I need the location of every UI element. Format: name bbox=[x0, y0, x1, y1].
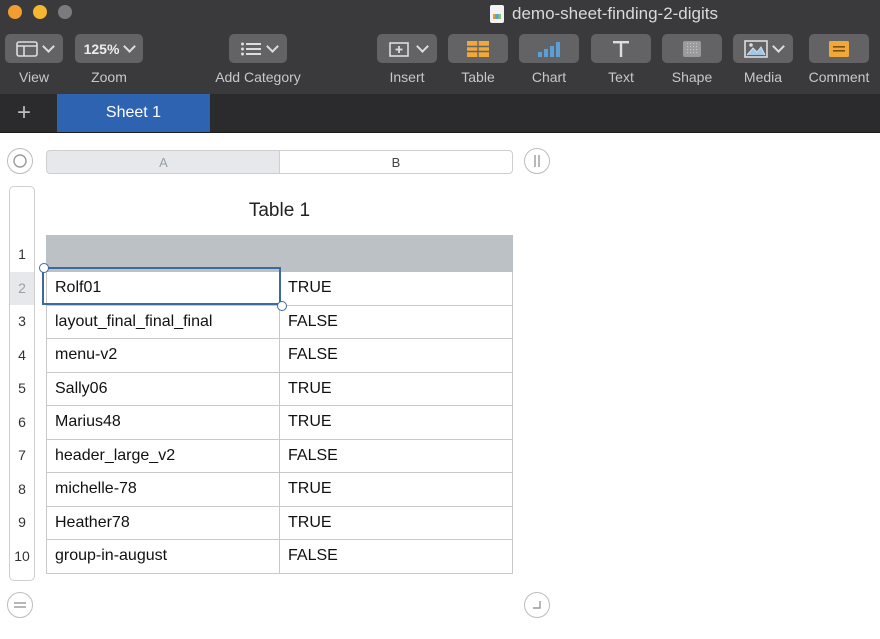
table-row: Marius48 TRUE bbox=[46, 405, 513, 440]
window-title: demo-sheet-finding-2-digits bbox=[490, 3, 718, 25]
chevron-down-icon bbox=[41, 40, 55, 53]
select-table-handle[interactable] bbox=[7, 148, 33, 174]
cell-a4[interactable]: menu-v2 bbox=[46, 338, 280, 373]
row-resize-icon bbox=[14, 602, 26, 608]
cell-a6[interactable]: Marius48 bbox=[46, 405, 280, 440]
data-table: Rolf01 TRUE layout_final_final_final FALSE m… bbox=[46, 235, 513, 574]
table-row: Rolf01 TRUE bbox=[46, 271, 513, 306]
table-button[interactable] bbox=[448, 34, 508, 63]
plus-icon: + bbox=[16, 99, 31, 126]
column-resize-icon bbox=[534, 155, 540, 167]
close-window-button[interactable] bbox=[8, 5, 22, 19]
cell-b8[interactable]: TRUE bbox=[279, 472, 513, 507]
list-icon bbox=[240, 42, 261, 55]
shape-label: Shape bbox=[671, 69, 713, 85]
cell-b10[interactable]: FALSE bbox=[279, 539, 513, 574]
add-category-label: Add Category bbox=[215, 69, 301, 85]
cell-b7[interactable]: FALSE bbox=[279, 438, 513, 473]
text-button[interactable] bbox=[591, 34, 651, 63]
cell-b5[interactable]: TRUE bbox=[279, 371, 513, 406]
row-number[interactable]: 4 bbox=[10, 339, 34, 373]
row-number[interactable]: 3 bbox=[10, 305, 34, 339]
table-row: Sally06 TRUE bbox=[46, 371, 513, 406]
zoom-window-button[interactable] bbox=[58, 5, 72, 19]
numbers-document-icon bbox=[490, 5, 504, 23]
cell-a2[interactable]: Rolf01 bbox=[46, 271, 280, 306]
comment-label: Comment bbox=[808, 69, 870, 85]
chevron-down-icon bbox=[771, 40, 785, 53]
zoom-label: Zoom bbox=[91, 69, 127, 85]
table-row: michelle-78 TRUE bbox=[46, 472, 513, 507]
zoom-button[interactable]: 125% bbox=[75, 34, 143, 63]
view-button[interactable] bbox=[5, 34, 63, 63]
row-number[interactable]: 1 bbox=[10, 236, 34, 272]
row-number[interactable]: 5 bbox=[10, 372, 34, 406]
cell-a5[interactable]: Sally06 bbox=[46, 371, 280, 406]
row-number[interactable]: 2 bbox=[10, 271, 34, 305]
row-number[interactable]: 7 bbox=[10, 439, 34, 473]
selection-handle-top-left[interactable] bbox=[39, 263, 49, 273]
cell-b2[interactable]: TRUE bbox=[279, 271, 513, 306]
cell-a9[interactable]: Heather78 bbox=[46, 505, 280, 540]
cell-b3[interactable]: FALSE bbox=[279, 304, 513, 339]
text-label: Text bbox=[608, 69, 634, 85]
selection-handle-bottom-right[interactable] bbox=[277, 301, 287, 311]
cell-a7[interactable]: header_large_v2 bbox=[46, 438, 280, 473]
circle-icon bbox=[13, 154, 27, 168]
cell-b1[interactable] bbox=[279, 235, 513, 272]
media-icon bbox=[743, 39, 768, 58]
media-label: Media bbox=[743, 69, 783, 85]
cell-b9[interactable]: TRUE bbox=[279, 505, 513, 540]
table-row: menu-v2 FALSE bbox=[46, 338, 513, 373]
sidebar-view-icon bbox=[15, 40, 38, 57]
cell-b4[interactable]: FALSE bbox=[279, 338, 513, 373]
sheet-tab-bar: + Sheet 1 bbox=[0, 94, 880, 133]
cell-a8[interactable]: michelle-78 bbox=[46, 472, 280, 507]
column-header-a[interactable]: A bbox=[46, 150, 280, 174]
resize-table-handle[interactable] bbox=[524, 592, 550, 618]
insert-icon bbox=[388, 41, 409, 57]
column-header-b[interactable]: B bbox=[279, 150, 513, 174]
view-label: View bbox=[18, 69, 50, 85]
insert-button[interactable] bbox=[377, 34, 437, 63]
chevron-down-icon bbox=[265, 40, 279, 53]
table-row: Heather78 TRUE bbox=[46, 505, 513, 540]
text-icon bbox=[613, 40, 629, 57]
chart-icon bbox=[538, 41, 560, 57]
table-row: header_large_v2 FALSE bbox=[46, 438, 513, 473]
add-column-handle[interactable] bbox=[524, 148, 550, 174]
table-label: Table bbox=[461, 69, 495, 85]
cell-b6[interactable]: TRUE bbox=[279, 405, 513, 440]
table-title[interactable]: Table 1 bbox=[46, 200, 513, 222]
table-row: group-in-august FALSE bbox=[46, 539, 513, 574]
add-sheet-button[interactable]: + bbox=[10, 100, 38, 128]
header-row bbox=[46, 235, 513, 272]
table-icon bbox=[467, 40, 489, 57]
chart-button[interactable] bbox=[519, 34, 579, 63]
row-number[interactable]: 10 bbox=[10, 540, 34, 574]
add-row-handle[interactable] bbox=[7, 592, 33, 618]
insert-label: Insert bbox=[389, 69, 425, 85]
comment-icon bbox=[829, 40, 849, 57]
media-button[interactable] bbox=[733, 34, 793, 63]
zoom-value: 125% bbox=[83, 40, 120, 57]
cell-a10[interactable]: group-in-august bbox=[46, 539, 280, 574]
comment-button[interactable] bbox=[809, 34, 869, 63]
window-title-text: demo-sheet-finding-2-digits bbox=[512, 4, 718, 23]
chevron-down-icon bbox=[415, 40, 429, 53]
minimize-window-button[interactable] bbox=[33, 5, 47, 19]
row-number[interactable]: 9 bbox=[10, 506, 34, 540]
row-number[interactable]: 6 bbox=[10, 406, 34, 440]
shape-icon bbox=[683, 40, 701, 57]
cell-a1[interactable] bbox=[46, 235, 280, 272]
shape-button[interactable] bbox=[662, 34, 722, 63]
row-number[interactable]: 8 bbox=[10, 473, 34, 507]
corner-resize-icon bbox=[533, 601, 541, 609]
chart-label: Chart bbox=[531, 69, 567, 85]
cell-a3[interactable]: layout_final_final_final bbox=[46, 304, 280, 339]
tab-sheet-1[interactable]: Sheet 1 bbox=[57, 94, 210, 132]
add-category-button[interactable] bbox=[229, 34, 287, 63]
window-toolbar: demo-sheet-finding-2-digits View 125% Zo… bbox=[0, 0, 880, 94]
chevron-down-icon bbox=[123, 40, 137, 53]
